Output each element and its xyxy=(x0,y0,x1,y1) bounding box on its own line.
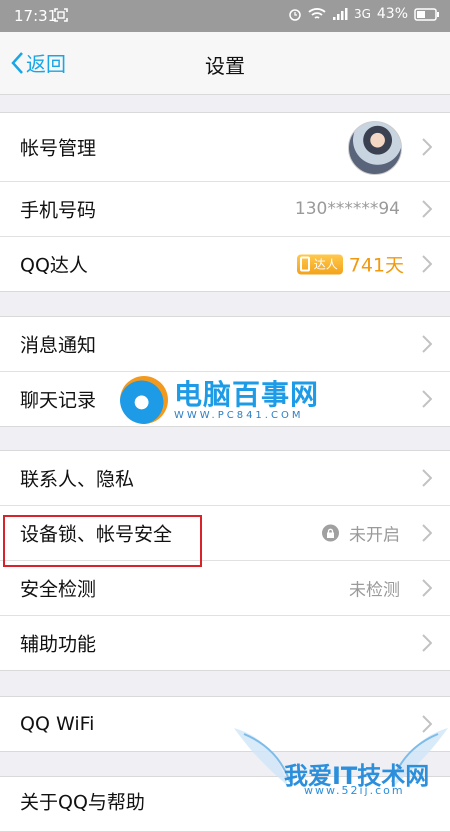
row-security-check[interactable]: 安全检测 未检测 xyxy=(0,561,450,616)
chevron-right-icon xyxy=(422,335,432,353)
chevron-right-icon xyxy=(422,524,432,542)
row-accessibility[interactable]: 辅助功能 xyxy=(0,616,450,670)
chevron-right-icon xyxy=(422,255,432,273)
row-label: 聊天记录 xyxy=(20,389,97,412)
chevron-right-icon xyxy=(422,390,432,408)
phone-number-value: 130******94 xyxy=(294,199,400,219)
wifi-icon xyxy=(308,8,326,19)
device-lock-value: 未开启 xyxy=(349,525,400,546)
signal-icon xyxy=(332,8,348,20)
status-bar: 17:31 3G 43% xyxy=(0,0,450,32)
row-label: 辅助功能 xyxy=(20,633,97,656)
row-label: 联系人、隐私 xyxy=(20,468,135,491)
row-label: 手机号码 xyxy=(20,199,97,222)
nav-bar: 返回 设置 xyxy=(0,32,450,95)
row-label: 安全检测 xyxy=(20,578,97,601)
watermark-url: WWW.PC841.COM xyxy=(174,409,304,421)
qq-expert-value: 达人 741天 xyxy=(296,251,404,278)
expert-badge: 达人 xyxy=(296,254,343,274)
battery-percent: 43% xyxy=(376,6,408,22)
row-label: QQ WiFi xyxy=(20,713,95,735)
watermark-url: www.52ij.com xyxy=(304,784,405,797)
security-check-value: 未检测 xyxy=(349,580,400,601)
pc841-logo-icon xyxy=(120,376,168,424)
row-phone-number[interactable]: 手机号码 130******94 xyxy=(0,182,450,237)
row-message-notifications[interactable]: 消息通知 xyxy=(0,317,450,372)
scan-icon xyxy=(54,8,68,22)
watermark-title: 电脑百事网 xyxy=(174,377,320,411)
row-label: QQ达人 xyxy=(20,254,88,277)
settings-group-account: 帐号管理 手机号码 130******94 QQ达人 达人 741天 xyxy=(0,112,450,292)
highlight-box xyxy=(3,515,202,567)
lock-icon xyxy=(322,524,339,542)
watermark-52ij: 我爱IT技术网 www.52ij.com xyxy=(232,726,450,800)
battery-icon xyxy=(414,7,439,21)
row-label: 消息通知 xyxy=(20,334,97,357)
row-contacts-privacy[interactable]: 联系人、隐私 xyxy=(0,451,450,506)
page-title: 设置 xyxy=(205,54,245,78)
expert-days: 741天 xyxy=(348,254,404,277)
chevron-right-icon xyxy=(422,634,432,652)
phone-icon xyxy=(299,256,310,272)
avatar xyxy=(348,121,402,175)
expert-badge-label: 达人 xyxy=(313,257,338,272)
device-lock-status: 未开启 xyxy=(322,521,400,546)
chevron-right-icon xyxy=(422,200,432,218)
alarm-icon xyxy=(289,9,301,21)
chevron-right-icon xyxy=(422,138,432,156)
network-type: 3G xyxy=(353,7,371,21)
row-label: 帐号管理 xyxy=(20,137,97,160)
row-account-management[interactable]: 帐号管理 xyxy=(0,113,450,182)
chevron-right-icon xyxy=(422,579,432,597)
chevron-right-icon xyxy=(422,469,432,487)
status-time: 17:31 xyxy=(14,7,58,25)
row-label: 关于QQ与帮助 xyxy=(20,791,145,814)
row-qq-expert[interactable]: QQ达人 达人 741天 xyxy=(0,237,450,291)
watermark-pc841: 电脑百事网 WWW.PC841.COM xyxy=(120,376,319,424)
